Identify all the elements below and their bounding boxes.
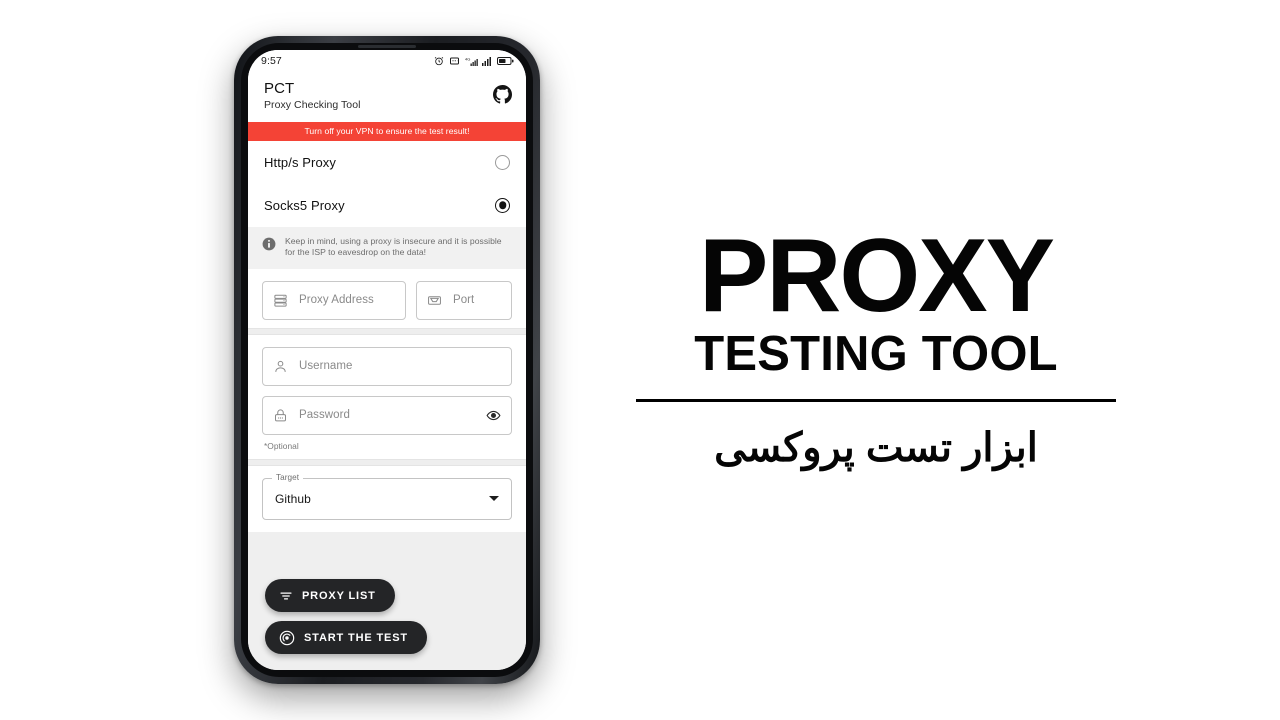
status-bar: 9:57 4G [248, 50, 526, 72]
app-bar: PCT Proxy Checking Tool [248, 72, 526, 122]
proxy-address-placeholder: Proxy Address [299, 294, 374, 306]
battery-icon [497, 56, 514, 66]
eye-icon[interactable] [486, 408, 501, 423]
status-bar-icons: 4G [434, 56, 514, 67]
port-field[interactable]: Port [416, 280, 512, 320]
proxy-address-field[interactable]: Proxy Address [262, 280, 406, 320]
proxy-type-label-https: Http/s Proxy [264, 154, 336, 170]
action-button-area: PROXY LIST START THE TEST [248, 531, 526, 670]
start-test-button[interactable]: START THE TEST [265, 621, 427, 654]
signal-icon [482, 56, 493, 66]
person-icon [273, 359, 288, 374]
phone-earpiece-speaker [358, 45, 416, 48]
phone-screen: 9:57 4G PCT Proxy Checking Tool Turn off… [248, 50, 526, 670]
form-divider [248, 327, 526, 335]
proxy-type-group: Http/s Proxy Socks5 Proxy [248, 140, 526, 227]
radio-socks5-proxy[interactable] [495, 197, 510, 213]
app-subtitle: Proxy Checking Tool [264, 99, 361, 111]
port-placeholder: Port [453, 294, 475, 306]
target-section: Target Github [248, 465, 526, 532]
brand-title: PROXY [698, 218, 1055, 334]
brand-subtitle: TESTING TOOL [694, 327, 1058, 382]
password-placeholder: Password [299, 409, 350, 421]
alarm-icon [434, 56, 444, 66]
status-bar-clock: 9:57 [261, 55, 282, 67]
vibrate-icon [448, 56, 461, 66]
security-info-note: Keep in mind, using a proxy is insecure … [248, 226, 526, 269]
brand-panel: PROXY TESTING TOOL ابزار تست پروکسی [636, 218, 1116, 474]
server-icon [273, 293, 288, 308]
signal-data-icon: 4G [465, 56, 478, 67]
proxy-list-button[interactable]: PROXY LIST [265, 579, 395, 612]
chevron-down-icon[interactable] [489, 496, 499, 501]
username-placeholder: Username [299, 360, 353, 372]
target-select[interactable]: Target Github [262, 472, 512, 520]
proxy-type-option-socks5[interactable]: Socks5 Proxy [248, 184, 526, 227]
lock-icon [273, 408, 288, 423]
proxy-type-label-socks5: Socks5 Proxy [264, 197, 345, 213]
credentials-form: Username Password *Optional [248, 334, 526, 459]
filter-icon [279, 589, 293, 603]
radar-icon [279, 630, 295, 646]
proxy-list-button-label: PROXY LIST [302, 589, 376, 602]
svg-text:4G: 4G [465, 56, 470, 61]
start-test-button-label: START THE TEST [304, 631, 408, 644]
proxy-form: Proxy Address Port [248, 268, 526, 328]
brand-divider [636, 398, 1116, 402]
target-label: Target [272, 472, 304, 482]
target-value: Github [275, 491, 311, 506]
port-icon [427, 293, 442, 308]
target-divider [248, 458, 526, 466]
radio-https-proxy[interactable] [495, 154, 510, 170]
github-icon[interactable] [493, 85, 512, 104]
brand-farsi-tagline: ابزار تست پروکسی [714, 425, 1038, 470]
info-icon [262, 237, 276, 251]
security-info-text: Keep in mind, using a proxy is insecure … [285, 235, 502, 258]
vpn-warning-banner: Turn off your VPN to ensure the test res… [248, 122, 526, 141]
address-port-row: Proxy Address Port [262, 280, 512, 320]
username-field[interactable]: Username [262, 346, 512, 386]
proxy-type-option-https[interactable]: Http/s Proxy [248, 141, 526, 184]
phone-mockup: 9:57 4G PCT Proxy Checking Tool Turn off… [234, 36, 540, 684]
password-field[interactable]: Password [262, 395, 512, 435]
app-bar-titles: PCT Proxy Checking Tool [264, 79, 360, 113]
optional-note: *Optional [264, 440, 299, 451]
app-title: PCT [264, 80, 295, 97]
